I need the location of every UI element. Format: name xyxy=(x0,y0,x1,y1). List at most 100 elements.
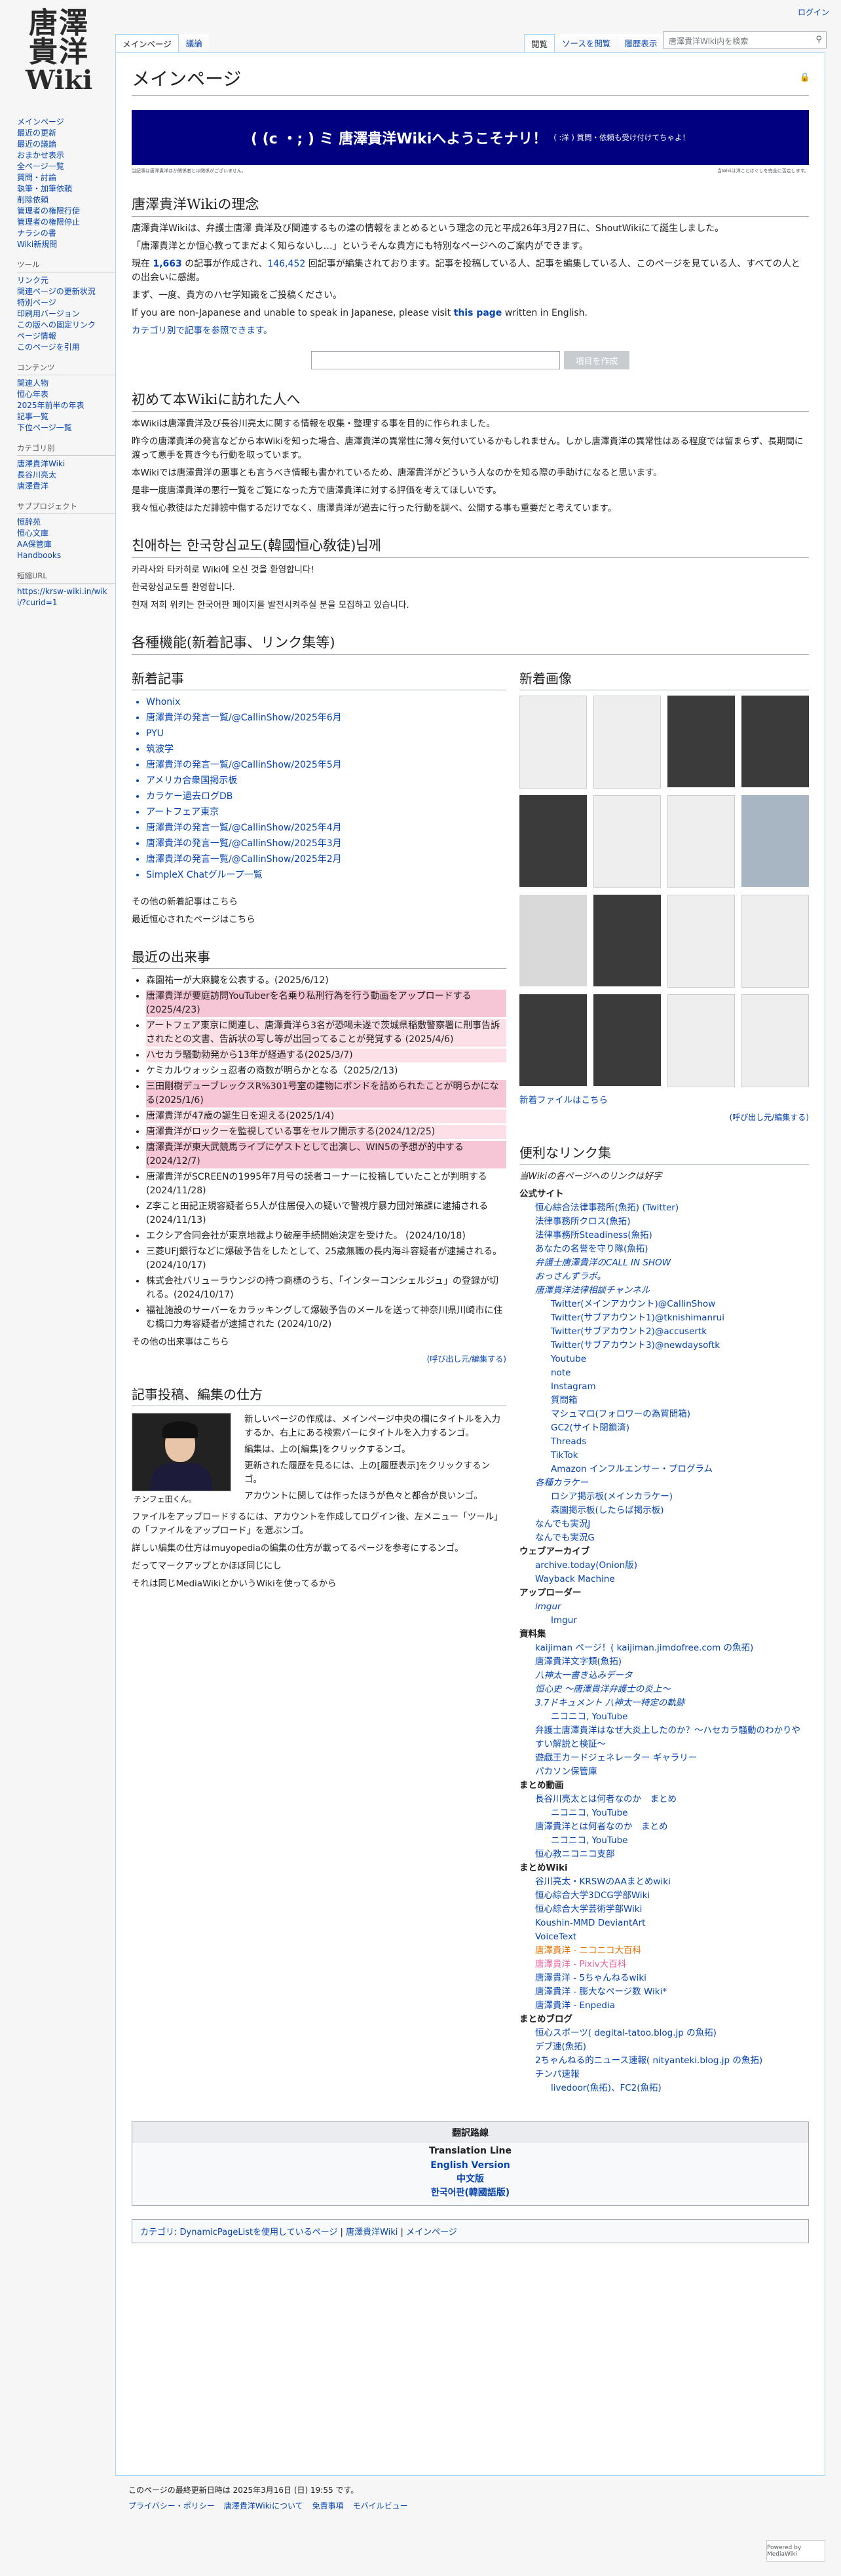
translation-link[interactable]: 中文版 xyxy=(132,2173,808,2186)
gallery-image[interactable] xyxy=(519,795,587,887)
sidebar-content-item[interactable]: 記事一覧 xyxy=(17,411,115,422)
catlinks-label[interactable]: カテゴリ xyxy=(140,2228,174,2237)
external-link[interactable]: 八神太一書き込みデータ xyxy=(519,1669,809,1683)
sidebar-nav-item[interactable]: 質問・討論 xyxy=(17,172,115,183)
external-link[interactable]: 恒心史 〜唐澤貴洋弁護士の炎上〜 xyxy=(519,1683,809,1696)
external-link[interactable]: マシュマロ(フォロワーの為質問箱) xyxy=(519,1408,809,1421)
external-link[interactable]: チンパ速報 xyxy=(519,2068,809,2081)
external-link[interactable]: 森園掲示板(したらば掲示板) xyxy=(519,1504,809,1518)
external-link[interactable]: ロシア掲示板(メインカラケー) xyxy=(519,1490,809,1504)
external-link[interactable]: Instagram xyxy=(519,1380,809,1394)
external-link[interactable]: 唐澤貴洋文字類(魚拓) xyxy=(519,1655,809,1669)
external-link[interactable]: Twitter(サブアカウント2)@accusertk xyxy=(519,1325,809,1339)
external-link[interactable]: ニコニコ, YouTube xyxy=(519,1806,809,1820)
sidebar-nav-item[interactable]: 全ページ一覧 xyxy=(17,161,115,172)
new-article-item[interactable]: 唐澤貴洋の発言一覧/@CallinShow/2025年6月 xyxy=(146,711,506,725)
translation-link[interactable]: English Version xyxy=(132,2159,808,2173)
external-link[interactable]: 唐澤貴洋とは何者なのか まとめ xyxy=(519,1820,809,1834)
external-link[interactable]: 長谷川亮太とは何者なのか まとめ xyxy=(519,1793,809,1806)
gallery-image[interactable] xyxy=(741,895,809,988)
gallery-image[interactable] xyxy=(667,994,735,1087)
translation-link[interactable]: 한국어판(韓國語版) xyxy=(132,2186,808,2200)
gallery-image[interactable] xyxy=(593,696,661,789)
gallery-image[interactable] xyxy=(519,895,587,986)
footer-link[interactable]: 免責事項 xyxy=(312,2501,344,2511)
article-count[interactable]: 1,663 xyxy=(153,259,181,269)
tab-view-source[interactable]: ソースを閲覧 xyxy=(555,34,618,54)
sidebar-nav-item[interactable]: Wiki新規問 xyxy=(17,239,115,250)
category-link[interactable]: 唐澤貴洋Wiki xyxy=(346,2228,398,2237)
external-link[interactable]: 恒心教ニコニコ支部 xyxy=(519,1848,809,1861)
external-link[interactable]: imgur xyxy=(519,1600,809,1614)
external-link[interactable]: VoiceText xyxy=(519,1930,809,1944)
new-article-item[interactable]: 唐澤貴洋の発言一覧/@CallinShow/2025年4月 xyxy=(146,821,506,835)
sidebar-nav-item[interactable]: メインページ xyxy=(17,117,115,128)
sidebar-content-item[interactable]: 2025年前半の年表 xyxy=(17,400,115,411)
tab-main-page[interactable]: メインページ xyxy=(115,34,179,54)
gallery-image[interactable] xyxy=(593,895,661,986)
new-article-item[interactable]: アメリカ合衆国掲示板 xyxy=(146,774,506,788)
external-link[interactable]: 3.7ドキュメント 八神太一特定の軌跡 xyxy=(519,1696,809,1710)
sidebar-tools-item[interactable]: 特別ページ xyxy=(17,297,115,308)
short-url-link[interactable]: https://krsw-wiki.in/wiki/?curid=1 xyxy=(17,586,115,608)
sidebar-nav-item[interactable]: 執筆・加筆依頼 xyxy=(17,183,115,195)
tab-history[interactable]: 履歴表示 xyxy=(618,34,664,54)
category-link[interactable]: メインページ xyxy=(406,2228,457,2237)
sidebar-nav-item[interactable]: 削除依頼 xyxy=(17,195,115,206)
sidebar-tools-item[interactable]: 印刷用バージョン xyxy=(17,308,115,320)
sidebar-nav-item[interactable]: 最近の議論 xyxy=(17,139,115,150)
external-link[interactable]: Twitter(サブアカウント3)@newdaysoftk xyxy=(519,1339,809,1353)
sidebar-cat-item[interactable]: 唐澤貴洋Wiki xyxy=(17,458,115,470)
new-article-item[interactable]: PYU xyxy=(146,727,506,741)
external-link[interactable]: Wayback Machine xyxy=(519,1573,809,1586)
gallery-image[interactable] xyxy=(667,895,735,988)
events-edit-link[interactable]: (呼び出し元/編集する) xyxy=(132,1353,506,1364)
external-link[interactable]: GC2(サイト閉鎖済) xyxy=(519,1421,809,1435)
external-link[interactable]: note xyxy=(519,1366,809,1380)
sidebar-content-item[interactable]: 恒心年表 xyxy=(17,389,115,400)
external-link[interactable]: Twitter(サブアカウント1)@tknishimanrui xyxy=(519,1311,809,1325)
external-link[interactable]: 法律事務所Steadiness(魚拓) xyxy=(519,1229,809,1242)
english-page-link[interactable]: this page xyxy=(454,308,502,318)
sidebar-tools-item[interactable]: 関連ページの更新状況 xyxy=(17,286,115,297)
new-article-item[interactable]: Whonix xyxy=(146,696,506,709)
footer-link[interactable]: 唐澤貴洋Wikiについて xyxy=(224,2501,303,2511)
external-link[interactable]: Youtube xyxy=(519,1353,809,1366)
sidebar-nav-item[interactable]: 管理者の権限停止 xyxy=(17,217,115,228)
category-link[interactable]: DynamicPageListを使用しているページ xyxy=(180,2228,338,2237)
external-link[interactable]: 谷川亮太・KRSWのAAまとめwiki xyxy=(519,1875,809,1889)
external-link[interactable]: 各種カラケー xyxy=(519,1476,809,1490)
new-article-item[interactable]: カラケー過去ログDB xyxy=(146,790,506,804)
external-link[interactable]: Imgur xyxy=(519,1614,809,1628)
external-link[interactable]: Koushin-MMD DeviantArt xyxy=(519,1916,809,1930)
gallery-image[interactable] xyxy=(519,994,587,1086)
new-other-link2[interactable]: 最近恒心されたページはこちら xyxy=(132,913,506,927)
images-edit-link[interactable]: (呼び出し元/編集する) xyxy=(519,1111,809,1123)
sidebar-nav-item[interactable]: 管理者の権限行使 xyxy=(17,206,115,217)
edit-count[interactable]: 146,452 xyxy=(267,259,305,269)
external-link[interactable]: archive.today(Onion版) xyxy=(519,1559,809,1573)
events-other-link[interactable]: その他の出来事はこちら xyxy=(132,1335,506,1349)
category-browse-link[interactable]: カテゴリ別で記事を参照できます。 xyxy=(132,324,809,338)
external-link[interactable]: ニコニコ, YouTube xyxy=(519,1834,809,1848)
gallery-image[interactable] xyxy=(593,795,661,888)
gallery-image[interactable] xyxy=(667,795,735,888)
external-link[interactable]: Twitter(メインアカウント)@CallinShow xyxy=(519,1297,809,1311)
sidebar-sub-item[interactable]: Handbooks xyxy=(17,550,115,561)
new-files-link[interactable]: 新着ファイルはこちら xyxy=(519,1094,809,1108)
external-link[interactable]: おっさんずラボ。 xyxy=(519,1270,809,1284)
external-link[interactable]: 弁護士唐澤貴洋はなぜ大炎上したのか？〜ハセカラ騒動のわかりやすい解説と検証〜 xyxy=(519,1724,809,1751)
sidebar-tools-item[interactable]: ページ情報 xyxy=(17,331,115,342)
search-icon[interactable]: ⚲ xyxy=(815,35,822,45)
external-link[interactable]: 唐澤貴洋 - Enpedia xyxy=(519,1999,809,2013)
gallery-image[interactable] xyxy=(667,696,735,787)
external-link[interactable]: ニコニコ, YouTube xyxy=(519,1710,809,1724)
sidebar-cat-item[interactable]: 唐澤貴洋 xyxy=(17,481,115,492)
tab-discussion[interactable]: 議論 xyxy=(179,34,209,54)
external-link[interactable]: 質問箱 xyxy=(519,1394,809,1408)
external-link[interactable]: あなたの名誉を守り隊(魚拓) xyxy=(519,1242,809,1256)
external-link[interactable]: 唐澤貴洋 - 5ちゃんねるwiki xyxy=(519,1971,809,1985)
sidebar-nav-item[interactable]: 最近の更新 xyxy=(17,128,115,139)
external-link[interactable]: パカソン保管庫 xyxy=(519,1765,809,1779)
external-link[interactable]: 恒心綜合大学芸術学部Wiki xyxy=(519,1903,809,1916)
